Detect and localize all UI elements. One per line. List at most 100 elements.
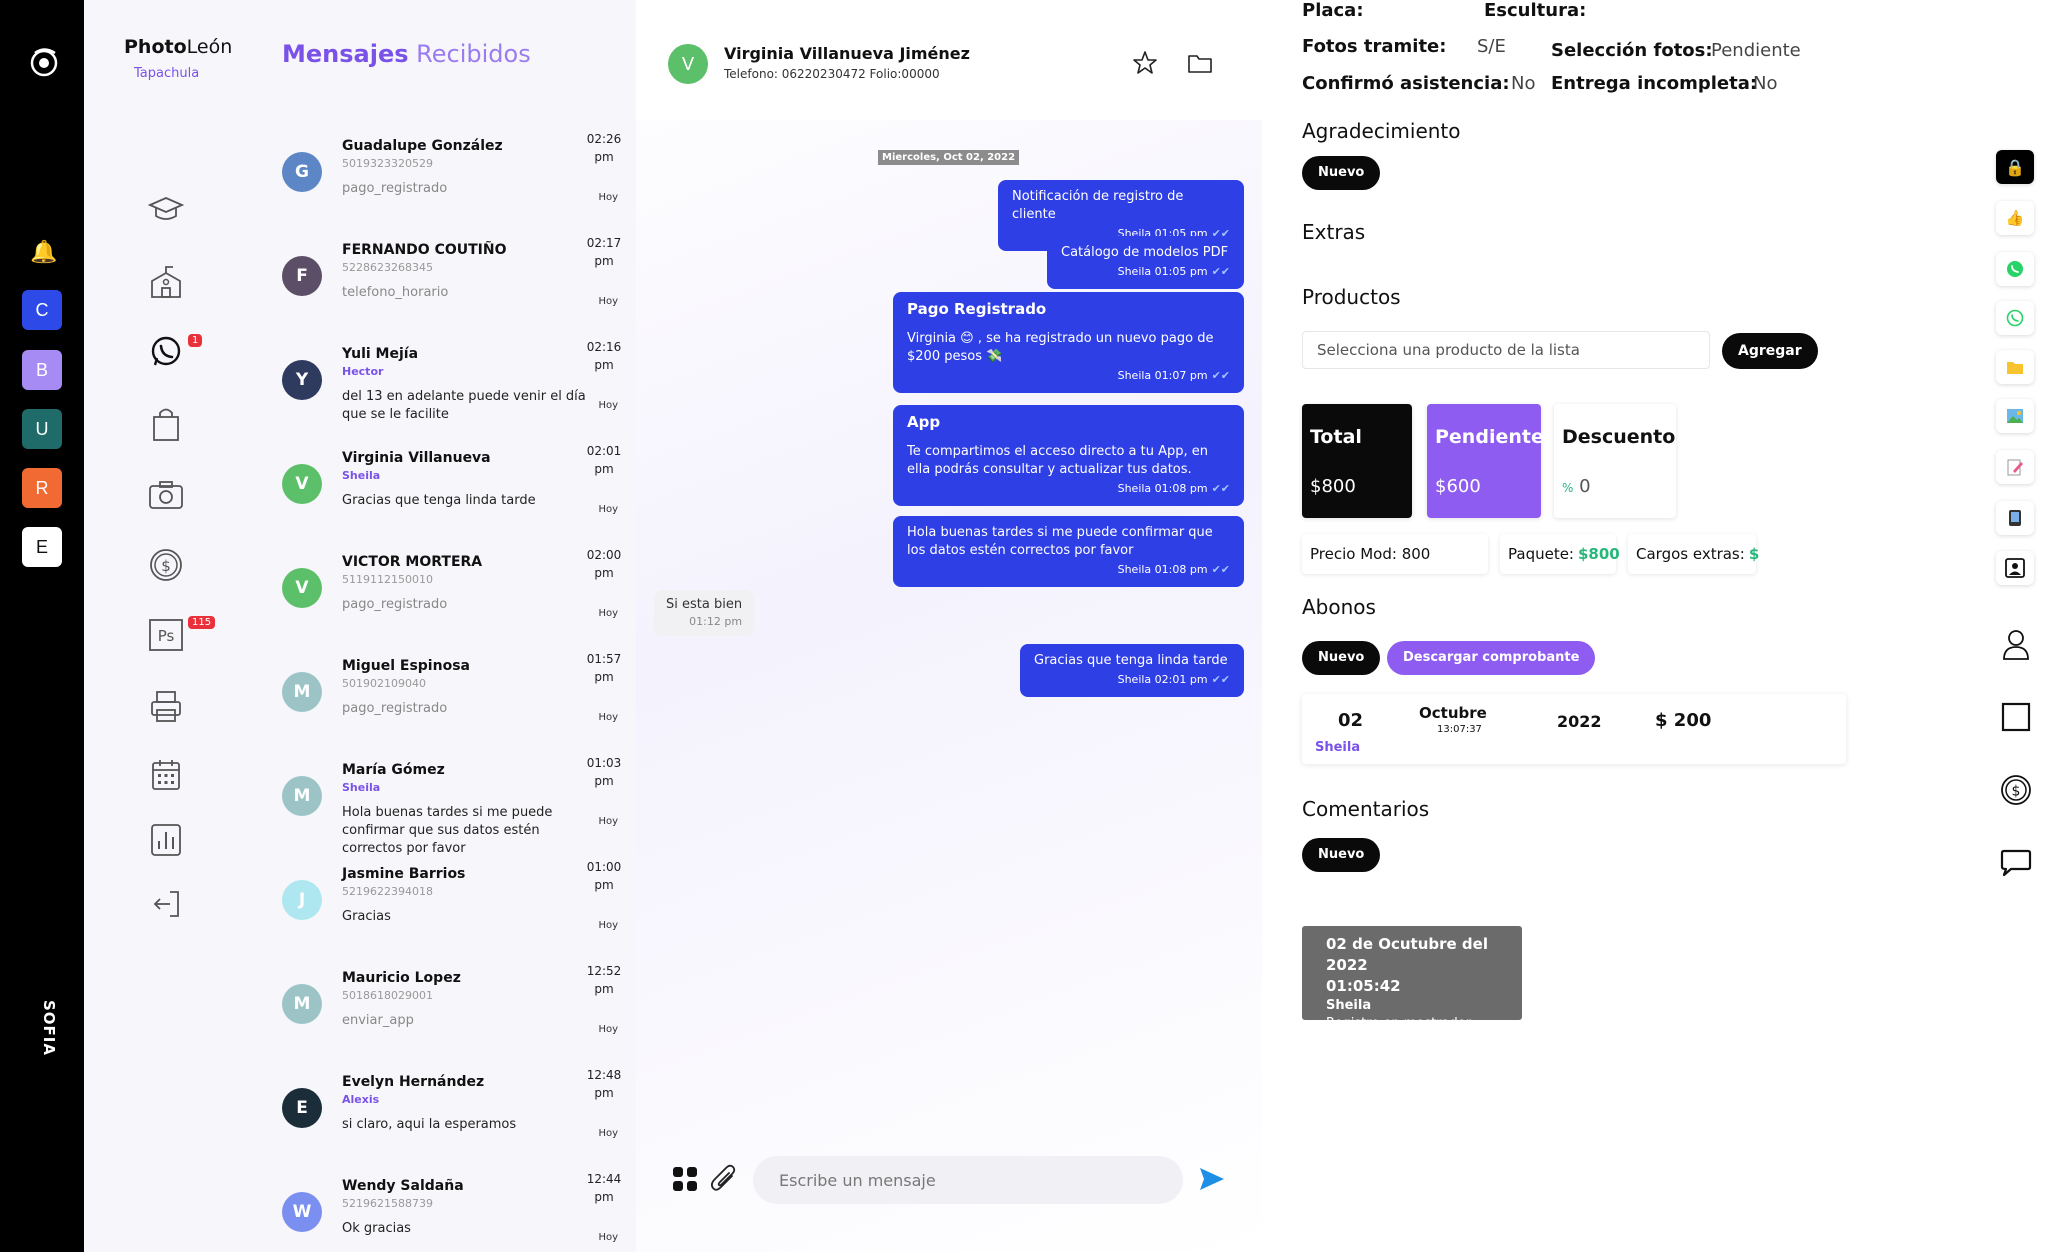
conversation-day: Hoy — [598, 1232, 618, 1243]
list-title: Mensajes Recibidos — [282, 40, 531, 68]
shopping-bag-icon[interactable] — [146, 404, 186, 444]
message-bubble: Gracias que tenga linda tarde Sheila 02:… — [1020, 644, 1244, 697]
conversation-item[interactable]: V Virginia Villanueva Sheila Gracias que te… — [270, 442, 636, 546]
conversation-time: 02:26 pm — [586, 132, 622, 164]
double-check-icon: ✔✔ — [1211, 369, 1230, 382]
descuento-card[interactable]: Descuento % 0 — [1554, 404, 1676, 518]
payment-agent: Sheila — [1315, 740, 1361, 755]
school-icon[interactable] — [146, 262, 186, 302]
conversation-item[interactable]: W Wendy Saldaña 5219621588739 Ok gracias 12:… — [270, 1170, 636, 1252]
add-product-button[interactable]: Agregar — [1722, 333, 1818, 369]
bell-icon[interactable]: 🔔 — [30, 240, 57, 265]
conversation-item[interactable]: F FERNANDO COUTIÑO 5228623268345 telefono_h… — [270, 234, 636, 338]
bar-chart-icon[interactable] — [146, 820, 186, 860]
conversation-day: Hoy — [598, 1024, 618, 1035]
send-icon[interactable] — [1198, 1166, 1226, 1192]
phone-device-icon[interactable] — [1996, 501, 2034, 535]
star-icon[interactable] — [1132, 50, 1158, 76]
conversation-item[interactable]: M Miguel Espinosa 501902109040 pago_registr… — [270, 650, 636, 754]
conversation-name: María Gómez — [342, 762, 445, 778]
edit-document-icon[interactable] — [1996, 450, 2034, 484]
whatsapp-green-icon[interactable] — [1996, 252, 2034, 286]
photoshop-icon[interactable]: Ps — [146, 615, 186, 655]
lock-icon[interactable]: 🔒 — [1996, 150, 2034, 184]
dollar-coin-icon[interactable]: $ — [146, 545, 186, 585]
user-icon[interactable] — [1996, 624, 2036, 664]
conversation-preview: pago_registrado — [342, 597, 448, 612]
conversation-avatar: M — [282, 776, 322, 816]
conversation-subtitle: 501902109040 — [342, 677, 426, 690]
account-r-button[interactable]: R — [22, 468, 62, 508]
account-c-button[interactable]: C — [22, 290, 62, 330]
conversation-subtitle: Sheila — [342, 781, 381, 794]
thumbs-up-icon[interactable]: 👍 — [1996, 201, 2034, 235]
conversation-item[interactable]: Y Yuli Mejía Hector del 13 en adelante pued… — [270, 338, 636, 442]
logout-icon[interactable] — [146, 884, 186, 924]
folder-icon[interactable] — [1187, 50, 1213, 76]
printer-icon[interactable] — [146, 686, 186, 726]
conversation-time: 01:57 pm — [586, 652, 622, 684]
message-bubble: Catálogo de modelos PDF Sheila 01:05 pm ✔… — [1047, 236, 1244, 289]
agradecimiento-new-button[interactable]: Nuevo — [1302, 156, 1381, 190]
double-check-icon: ✔✔ — [1211, 563, 1230, 576]
conversation-item[interactable]: E Evelyn Hernández Alexis si claro, aqui la… — [270, 1066, 636, 1170]
conversation-preview: Gracias que tenga linda tarde — [342, 493, 536, 508]
image-icon[interactable] — [1996, 399, 2034, 433]
payment-time: 13:07:37 — [1437, 724, 1482, 735]
incoming-message: Si esta bien 01:12 pm — [654, 590, 755, 636]
camera-icon[interactable] — [146, 475, 186, 515]
conversation-time: 02:16 pm — [586, 340, 622, 372]
conversation-avatar: G — [282, 152, 322, 192]
comentarios-new-button[interactable]: Nuevo — [1302, 838, 1381, 872]
conversation-item[interactable]: M María Gómez Sheila Hola buenas tardes si … — [270, 754, 636, 858]
conversation-time: 02:00 pm — [586, 548, 622, 580]
placa-label: Placa: — [1302, 0, 1364, 21]
conversation-subtitle: 5228623268345 — [342, 261, 433, 274]
chat-panel: V Virginia Villanueva Jiménez Telefono: … — [636, 0, 1262, 1252]
conversation-time: 01:00 pm — [586, 860, 622, 892]
conversation-preview: enviar_app — [342, 1013, 414, 1028]
payment-amount: $ 200 — [1655, 710, 1712, 731]
download-receipt-button[interactable]: Descargar comprobante — [1387, 641, 1596, 675]
account-u-button[interactable]: U — [22, 409, 62, 449]
chat-bubble-icon[interactable] — [1996, 843, 2036, 883]
account-b-button[interactable]: B — [22, 350, 62, 390]
conversation-subtitle: 5119112150010 — [342, 573, 433, 586]
apps-grid-icon[interactable] — [672, 1166, 698, 1192]
conversation-item[interactable]: M Mauricio Lopez 5018618029001 enviar_app 12… — [270, 962, 636, 1066]
conversation-name: Yuli Mejía — [342, 346, 419, 362]
message-bubble: Pago Registrado Virginia 😊 , se ha regis… — [893, 292, 1244, 393]
conversation-day: Hoy — [598, 192, 618, 203]
conversation-item[interactable]: G Guadalupe González 5019323320529 pago_reg… — [270, 130, 636, 234]
account-e-button[interactable]: E — [22, 527, 62, 567]
whatsapp-outline-icon[interactable] — [1996, 301, 2034, 335]
conversation-item[interactable]: J Jasmine Barrios 5219622394018 Gracias 01:0… — [270, 858, 636, 962]
conversation-avatar: V — [282, 568, 322, 608]
conversation-preview: si claro, aqui la esperamos — [342, 1117, 517, 1132]
conversation-time: 12:52 pm — [586, 964, 622, 996]
conversation-time: 01:03 pm — [586, 756, 622, 788]
dollar-circle-icon[interactable]: $ — [1996, 770, 2036, 810]
abonos-new-button[interactable]: Nuevo — [1302, 641, 1381, 675]
conversation-preview: Ok gracias — [342, 1221, 411, 1236]
agradecimiento-title: Agradecimiento — [1302, 119, 1461, 143]
brand-name: PhotoLeón — [124, 36, 233, 58]
conversation-subtitle: Hector — [342, 365, 384, 378]
conversation-list: Mensajes Recibidos G Guadalupe González 50… — [270, 0, 636, 1252]
square-icon[interactable] — [1996, 697, 2036, 737]
message-input[interactable] — [753, 1156, 1183, 1204]
conversation-item[interactable]: V VICTOR MORTERA 5119112150010 pago_registr… — [270, 546, 636, 650]
conversation-name: Wendy Saldaña — [342, 1178, 464, 1194]
attach-icon[interactable] — [710, 1164, 738, 1194]
product-select-input[interactable] — [1302, 331, 1710, 369]
yellow-folder-icon[interactable] — [1996, 350, 2034, 384]
payment-month: Octubre — [1419, 704, 1487, 722]
calendar-icon[interactable] — [146, 755, 186, 795]
comment-card: 02 de Ocutubre del 2022 01:05:42 Sheila … — [1302, 926, 1522, 1031]
photoshop-badge: 115 — [188, 616, 216, 629]
seleccion-fotos-value: Pendiente — [1711, 40, 1801, 61]
message-bubble: Hola buenas tardes si me puede confirmar… — [893, 516, 1244, 587]
whatsapp-icon[interactable] — [146, 332, 186, 372]
graduation-cap-icon[interactable] — [146, 190, 186, 230]
contact-card-icon[interactable] — [1996, 551, 2034, 585]
